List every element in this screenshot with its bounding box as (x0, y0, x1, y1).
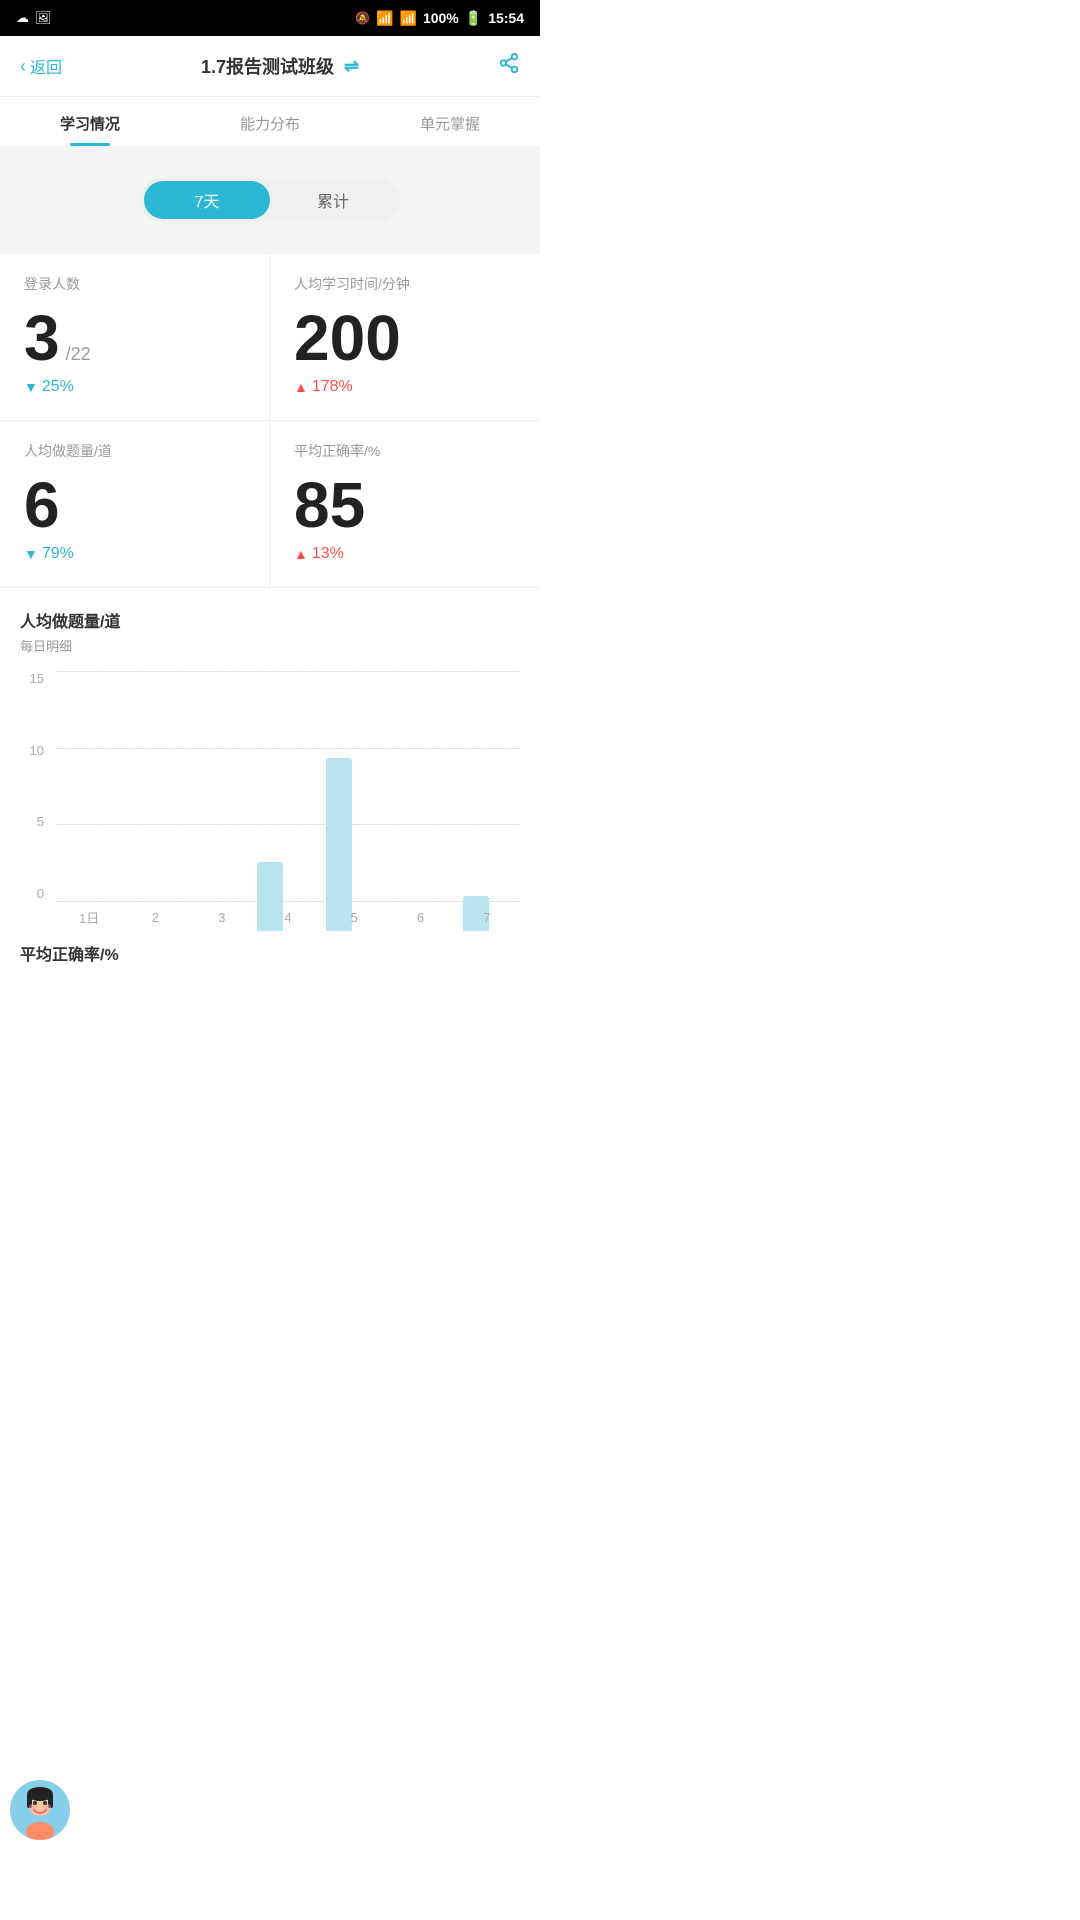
shuffle-icon[interactable]: ⇌ (344, 56, 359, 77)
avatar (10, 1780, 70, 1840)
period-toggle-wrapper: 7天 累计 (0, 147, 540, 253)
image-icon: 🖼 (35, 10, 52, 26)
weather-icon: ☁ (16, 10, 29, 26)
x-label-1: 2 (122, 910, 188, 925)
chart-section: 人均做题量/道 每日明细 15 10 5 0 1日234567 (0, 588, 540, 931)
chart-bars (20, 671, 520, 931)
trend-up-icon-2: ▲ (294, 546, 308, 562)
x-label-6: 7 (454, 910, 520, 925)
status-right: 🔕 📶 📶 100% 🔋 15:54 (355, 10, 524, 27)
period-cumulative-button[interactable]: 累计 (270, 181, 396, 219)
bar-col-6 (441, 671, 510, 931)
header: ‹ 返回 1.7报告测试班级 ⇌ (0, 36, 540, 97)
x-label-3: 4 (255, 910, 321, 925)
back-button[interactable]: ‹ 返回 (20, 54, 62, 78)
signal-icon: 📶 (400, 10, 417, 27)
stat-login-count: 登录人数 3 /22 ▼ 25% (0, 254, 270, 421)
back-label: 返回 (30, 54, 62, 78)
trend-up-icon: ▲ (294, 379, 308, 395)
x-label-4: 5 (321, 910, 387, 925)
stat-avg-study-time: 人均学习时间/分钟 200 ▲ 178% (270, 254, 540, 421)
stat-avg-questions: 人均做题量/道 6 ▼ 79% (0, 421, 270, 587)
time-label: 15:54 (488, 10, 524, 26)
bar-col-4 (304, 671, 373, 931)
bar-col-5 (373, 671, 442, 931)
share-button[interactable] (498, 52, 520, 80)
x-label-0: 1日 (56, 908, 122, 927)
tabs: 学习情况 能力分布 单元掌握 (0, 97, 540, 147)
header-title-group: 1.7报告测试班级 ⇌ (201, 53, 359, 79)
bar-col-2 (167, 671, 236, 931)
stat-avg-accuracy: 平均正确率/% 85 ▲ 13% (270, 421, 540, 587)
x-label-5: 6 (387, 910, 453, 925)
x-label-2: 3 (189, 910, 255, 925)
chevron-left-icon: ‹ (20, 56, 26, 77)
tab-ability[interactable]: 能力分布 (180, 97, 360, 146)
status-bar: ☁ 🖼 🔕 📶 📶 100% 🔋 15:54 (0, 0, 540, 36)
trend-down-icon-2: ▼ (24, 546, 38, 562)
bottom-chart-label: 平均正确率/% (0, 931, 540, 971)
status-left: ☁ 🖼 (16, 10, 52, 26)
period-7days-button[interactable]: 7天 (144, 181, 270, 219)
wifi-icon: 📶 (376, 10, 393, 27)
bluetooth-icon: 🔕 (355, 11, 370, 25)
trend-down-icon: ▼ (24, 379, 38, 395)
chart-x-labels: 1日234567 (56, 903, 520, 931)
page-title: 1.7报告测试班级 (201, 53, 334, 79)
chart-area: 15 10 5 0 1日234567 (20, 671, 520, 931)
period-toggle: 7天 累计 (140, 177, 400, 223)
stats-grid: 登录人数 3 /22 ▼ 25% 人均学习时间/分钟 200 ▲ 178% 人均… (0, 253, 540, 588)
battery-label: 100% (423, 10, 459, 26)
bar-col-0 (30, 671, 99, 931)
bar-col-3 (236, 671, 305, 931)
tab-unit[interactable]: 单元掌握 (360, 97, 540, 146)
battery-icon: 🔋 (465, 10, 482, 27)
tab-study[interactable]: 学习情况 (0, 97, 180, 146)
bar-col-1 (99, 671, 168, 931)
